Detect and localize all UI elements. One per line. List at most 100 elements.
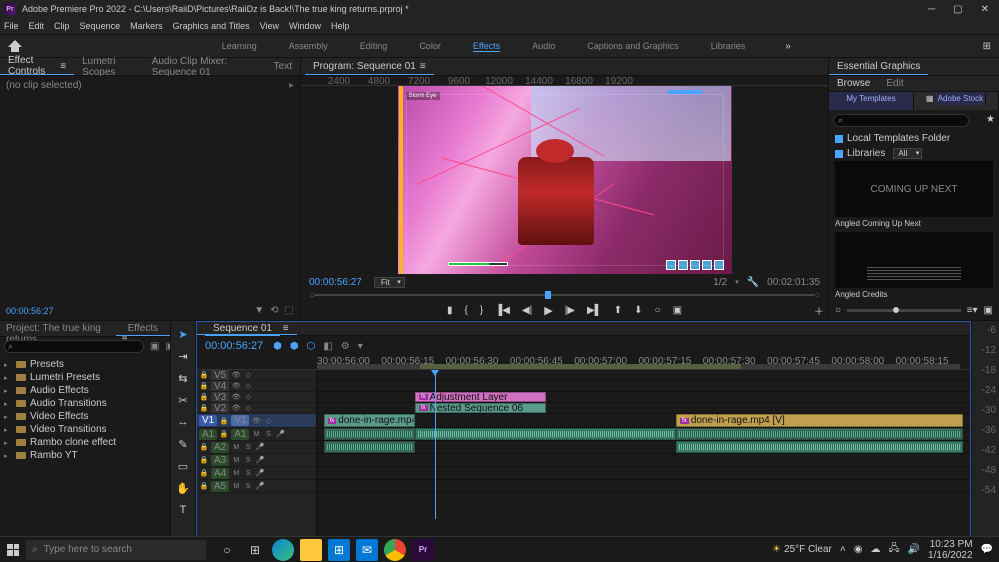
- clock[interactable]: 10:23 PM1/16/2022: [928, 539, 973, 561]
- template-item[interactable]: COMING UP NEXTAngled Coming Up Next: [835, 161, 993, 228]
- tab-effects-panel[interactable]: Effects ≡: [116, 321, 170, 336]
- taskbar-search[interactable]: ⌕Type here to search: [26, 540, 206, 560]
- timeline-tc[interactable]: 00:00:56:27: [205, 340, 263, 352]
- ws-learning[interactable]: Learning: [222, 41, 257, 52]
- ripple-edit-tool-icon[interactable]: ⇆: [176, 371, 190, 385]
- template-item[interactable]: Angled Credits: [835, 232, 993, 299]
- program-monitor[interactable]: Storm Eye: [398, 86, 732, 274]
- cortana-icon[interactable]: ○: [216, 539, 238, 561]
- tab-effect-controls[interactable]: Effect Controls ≡: [0, 58, 74, 75]
- ec-filter-icon[interactable]: ▼: [254, 305, 264, 316]
- track-select-tool-icon[interactable]: ⇥: [176, 349, 190, 363]
- onedrive-icon[interactable]: ☁: [870, 544, 880, 555]
- scrub-bar[interactable]: [315, 294, 814, 296]
- clip-a1-b[interactable]: [415, 428, 676, 440]
- eg-search-input[interactable]: [833, 114, 969, 127]
- install-mogrt-icon[interactable]: ▣: [984, 305, 993, 316]
- ws-captions[interactable]: Captions and Graphics: [587, 41, 679, 52]
- ws-effects[interactable]: Effects: [473, 41, 500, 52]
- tree-item[interactable]: ▸Rambo YT: [0, 449, 170, 462]
- quick-export-icon[interactable]: ⊞: [983, 41, 991, 52]
- network-icon[interactable]: 🖧: [888, 541, 899, 558]
- tab-program[interactable]: Program: Sequence 01 ≡: [305, 58, 434, 75]
- tree-item[interactable]: ▸Video Transitions: [0, 423, 170, 436]
- tab-lumetri-scopes[interactable]: Lumetri Scopes: [74, 58, 144, 75]
- tree-item[interactable]: ▸Rambo clone effect: [0, 436, 170, 449]
- chrome-icon[interactable]: [384, 539, 406, 561]
- button-editor-icon[interactable]: ＋: [814, 303, 824, 318]
- comparison-icon[interactable]: ▣: [673, 305, 682, 316]
- clip-a2-b[interactable]: [676, 441, 963, 453]
- program-tc[interactable]: 00:00:56:27: [309, 277, 362, 288]
- resolution-dropdown[interactable]: 1/2: [713, 277, 727, 288]
- tree-item[interactable]: ▸Video Effects: [0, 410, 170, 423]
- go-to-out-icon[interactable]: ▶▌: [587, 305, 602, 316]
- tree-item[interactable]: ▸Presets: [0, 358, 170, 371]
- track-header-a5[interactable]: 🔒A5MS🎤: [197, 480, 316, 493]
- eg-subtab-stock[interactable]: ▦ Adobe Stock: [914, 92, 999, 110]
- linked-selection-icon[interactable]: ⬢: [290, 341, 299, 352]
- ws-audio[interactable]: Audio: [532, 41, 555, 52]
- location-icon[interactable]: ◉: [854, 544, 863, 555]
- edge-icon[interactable]: [272, 539, 294, 561]
- hand-tool-icon[interactable]: ✋: [176, 481, 190, 495]
- tree-item[interactable]: ▸Lumetri Presets: [0, 371, 170, 384]
- menu-file[interactable]: File: [4, 21, 19, 31]
- workspace-overflow-icon[interactable]: »: [785, 41, 791, 52]
- ws-color[interactable]: Color: [419, 41, 441, 52]
- libraries-checkbox[interactable]: [835, 150, 843, 158]
- mail-icon[interactable]: ✉: [356, 539, 378, 561]
- clip-a1-a[interactable]: [324, 428, 415, 440]
- close-button[interactable]: ✕: [981, 4, 989, 15]
- ws-assembly[interactable]: Assembly: [289, 41, 328, 52]
- eg-tab-edit[interactable]: Edit: [878, 76, 911, 91]
- track-header-a2[interactable]: 🔒A2MS🎤: [197, 441, 316, 454]
- menu-view[interactable]: View: [260, 21, 279, 31]
- ec-wrench-icon[interactable]: ⬚: [285, 305, 294, 316]
- favorites-icon[interactable]: ★: [986, 114, 995, 127]
- razor-tool-icon[interactable]: ✂: [176, 393, 190, 407]
- home-icon[interactable]: [8, 40, 22, 52]
- step-back-icon[interactable]: ◀|: [522, 305, 532, 316]
- cc-icon[interactable]: ▾: [358, 341, 363, 352]
- clip-a1-c[interactable]: [676, 428, 963, 440]
- type-tool-icon[interactable]: T: [176, 503, 190, 517]
- timeline-content[interactable]: fxAdjustment Layer fxNested Sequence 06 …: [317, 370, 970, 539]
- tree-item[interactable]: ▸Audio Effects: [0, 384, 170, 397]
- tree-item[interactable]: ▸Audio Transitions: [0, 397, 170, 410]
- store-icon[interactable]: ⊞: [328, 539, 350, 561]
- settings-wrench-icon[interactable]: ⚙: [341, 341, 350, 352]
- play-toggle-icon[interactable]: ▸: [289, 80, 294, 91]
- ws-libraries[interactable]: Libraries: [711, 41, 746, 52]
- tray-chevron-icon[interactable]: ˄: [840, 544, 846, 555]
- task-view-icon[interactable]: ⊞: [244, 539, 266, 561]
- menu-window[interactable]: Window: [289, 21, 321, 31]
- clip-v1-b[interactable]: fxdone-in-rage.mp4 [V]: [676, 414, 963, 427]
- timeline-ruler[interactable]: 30:00:56:0000:00:56:1500:00:56:3000:00:5…: [197, 356, 970, 370]
- mark-out-icon[interactable]: }: [480, 305, 483, 316]
- track-header-v1[interactable]: V1🔒V1👁◇: [197, 414, 316, 428]
- tab-project[interactable]: Project: The true king returns: [0, 321, 116, 336]
- tab-text[interactable]: Text: [266, 58, 300, 75]
- maximize-button[interactable]: ▢: [953, 4, 962, 15]
- menu-help[interactable]: Help: [331, 21, 350, 31]
- marker-span-icon[interactable]: ⬡: [307, 341, 316, 352]
- add-marker-icon[interactable]: ▮: [447, 305, 453, 316]
- mark-in-icon[interactable]: {: [464, 305, 467, 316]
- accel-badge-icon[interactable]: ▣: [150, 341, 159, 352]
- play-icon[interactable]: ▶: [544, 304, 552, 317]
- weather-widget[interactable]: ☀25°F Clear: [772, 544, 832, 555]
- snap-icon[interactable]: ⬢: [273, 341, 282, 352]
- export-frame-icon[interactable]: ○: [655, 305, 661, 316]
- lift-icon[interactable]: ⬆: [614, 305, 622, 316]
- sort-icon[interactable]: ≡▾: [967, 305, 978, 316]
- thumbnail-size-slider[interactable]: [847, 309, 961, 312]
- minimize-button[interactable]: ─: [928, 4, 935, 15]
- panel-menu-icon[interactable]: ≡: [60, 61, 66, 72]
- slip-tool-icon[interactable]: ↔: [176, 415, 190, 429]
- menu-markers[interactable]: Markers: [130, 21, 163, 31]
- tab-essential-graphics[interactable]: Essential Graphics: [829, 58, 928, 75]
- menu-clip[interactable]: Clip: [54, 21, 70, 31]
- zoom-dropdown[interactable]: Fit: [374, 277, 405, 288]
- settings-icon[interactable]: 🔧: [747, 277, 759, 288]
